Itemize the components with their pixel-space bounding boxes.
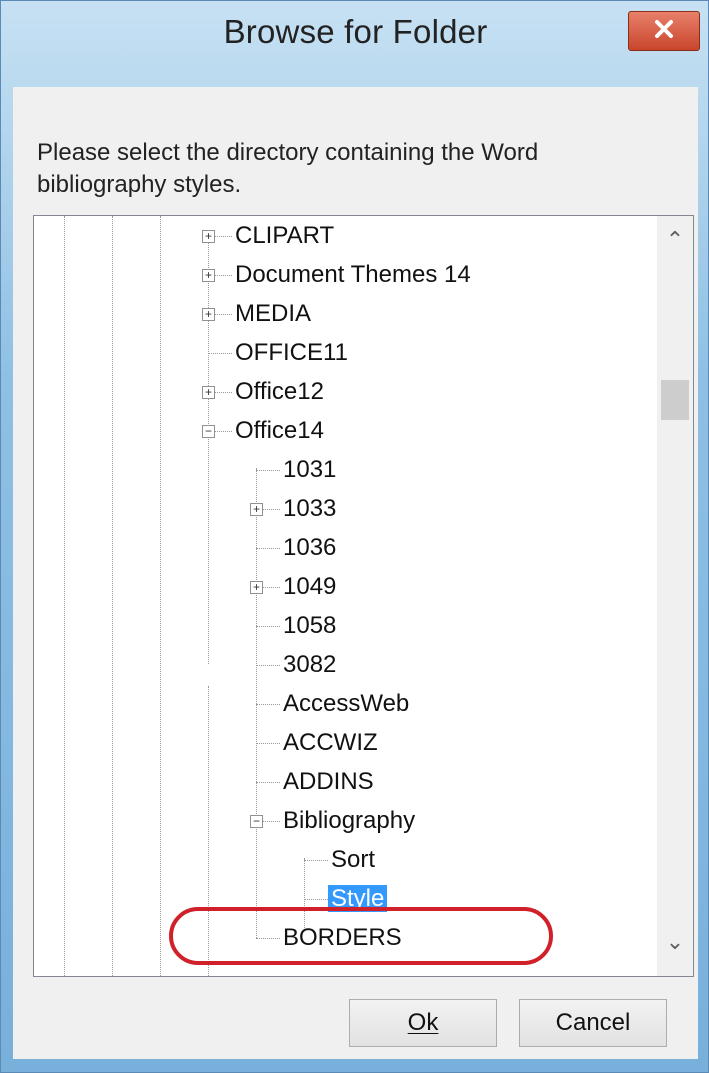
tree-connector — [256, 548, 280, 549]
tree-item[interactable]: 1049 — [280, 569, 339, 605]
ok-button[interactable]: Ok — [349, 999, 497, 1047]
expand-icon[interactable]: + — [202, 269, 215, 282]
vertical-scrollbar[interactable]: ⌃ ⌄ — [657, 216, 693, 976]
tree-item-label: Bibliography — [283, 807, 416, 834]
tree-item[interactable]: OFFICE11 — [232, 335, 351, 371]
tree-connector — [208, 353, 232, 354]
dialog-client: Please select the directory containing t… — [13, 87, 698, 1059]
expand-icon[interactable]: + — [202, 230, 215, 243]
tree-item-label: OFFICE11 — [235, 339, 348, 366]
tree-item[interactable]: CLIPART — [232, 218, 337, 254]
chevron-down-icon[interactable]: ⌄ — [657, 922, 693, 962]
tree-connector — [304, 860, 328, 861]
tree-guide-line — [112, 216, 113, 976]
tree-item[interactable]: 3082 — [280, 647, 339, 683]
tree-guide-line — [160, 216, 161, 976]
annotation-ellipse — [169, 907, 553, 965]
tree-item-label: 1033 — [283, 495, 337, 522]
prompt-text: Please select the directory containing t… — [37, 139, 539, 198]
tree-connector — [304, 899, 328, 900]
folder-tree[interactable]: CLIPART + Document Themes 14 + MEDIA + OFFICE1… — [33, 215, 694, 977]
tree-item-label: Document Themes 14 — [235, 261, 471, 288]
dialog-window: Browse for Folder Please select the dire… — [0, 0, 709, 1073]
chevron-up-icon[interactable]: ⌃ — [657, 220, 693, 260]
close-button[interactable] — [628, 11, 700, 51]
tree-item-label: ADDINS — [283, 768, 374, 795]
close-icon — [653, 18, 675, 45]
tree-item[interactable]: Office14 — [232, 413, 327, 449]
collapse-icon[interactable]: − — [202, 425, 215, 438]
tree-item-label: Office12 — [235, 378, 324, 405]
tree-item[interactable]: 1036 — [280, 530, 339, 566]
tree-item[interactable]: 1033 — [280, 491, 339, 527]
tree-item-label: Sort — [331, 846, 376, 873]
tree-item[interactable]: Document Themes 14 — [232, 257, 474, 293]
tree-item-label: CLIPART — [235, 222, 335, 249]
tree-item-label: ACCWIZ — [283, 729, 378, 756]
tree-item[interactable]: MEDIA — [232, 296, 314, 332]
window-title: Browse for Folder — [223, 13, 488, 50]
tree-item[interactable]: ADDINS — [280, 764, 377, 800]
tree-connector — [256, 665, 280, 666]
tree-connector — [256, 626, 280, 627]
tree-item-label: AccessWeb — [283, 690, 410, 717]
tree-item[interactable]: Bibliography — [280, 803, 418, 839]
expand-icon[interactable]: + — [250, 503, 263, 516]
expand-icon[interactable]: + — [202, 308, 215, 321]
cancel-button-label: Cancel — [555, 1009, 631, 1036]
tree-connector — [256, 782, 280, 783]
expand-icon[interactable]: + — [202, 386, 215, 399]
tree-item[interactable]: 1031 — [280, 452, 339, 488]
tree-item[interactable]: AccessWeb — [280, 686, 412, 722]
tree-guide-line — [64, 216, 65, 976]
tree-item-label: 3082 — [283, 651, 337, 678]
tree-item-label: 1049 — [283, 573, 337, 600]
tree-guide-line — [256, 468, 257, 938]
scrollbar-thumb[interactable] — [661, 380, 689, 420]
tree-item-label: Office14 — [235, 417, 324, 444]
collapse-icon[interactable]: − — [250, 815, 263, 828]
tree-connector — [256, 704, 280, 705]
tree-item-label: 1036 — [283, 534, 337, 561]
tree-item[interactable]: ACCWIZ — [280, 725, 381, 761]
tree-item[interactable]: 1058 — [280, 608, 339, 644]
tree-item[interactable]: Sort — [328, 842, 378, 878]
tree-item-label: MEDIA — [235, 300, 312, 327]
tree-item-label: 1031 — [283, 456, 337, 483]
ok-button-label: Ok — [407, 1009, 439, 1036]
tree-connector — [256, 743, 280, 744]
tree-guide-line — [208, 234, 209, 664]
cancel-button[interactable]: Cancel — [519, 999, 667, 1047]
tree-connector — [256, 470, 280, 471]
expand-icon[interactable]: + — [250, 581, 263, 594]
tree-item[interactable]: Office12 — [232, 374, 327, 410]
tree-item-label: 1058 — [283, 612, 337, 639]
